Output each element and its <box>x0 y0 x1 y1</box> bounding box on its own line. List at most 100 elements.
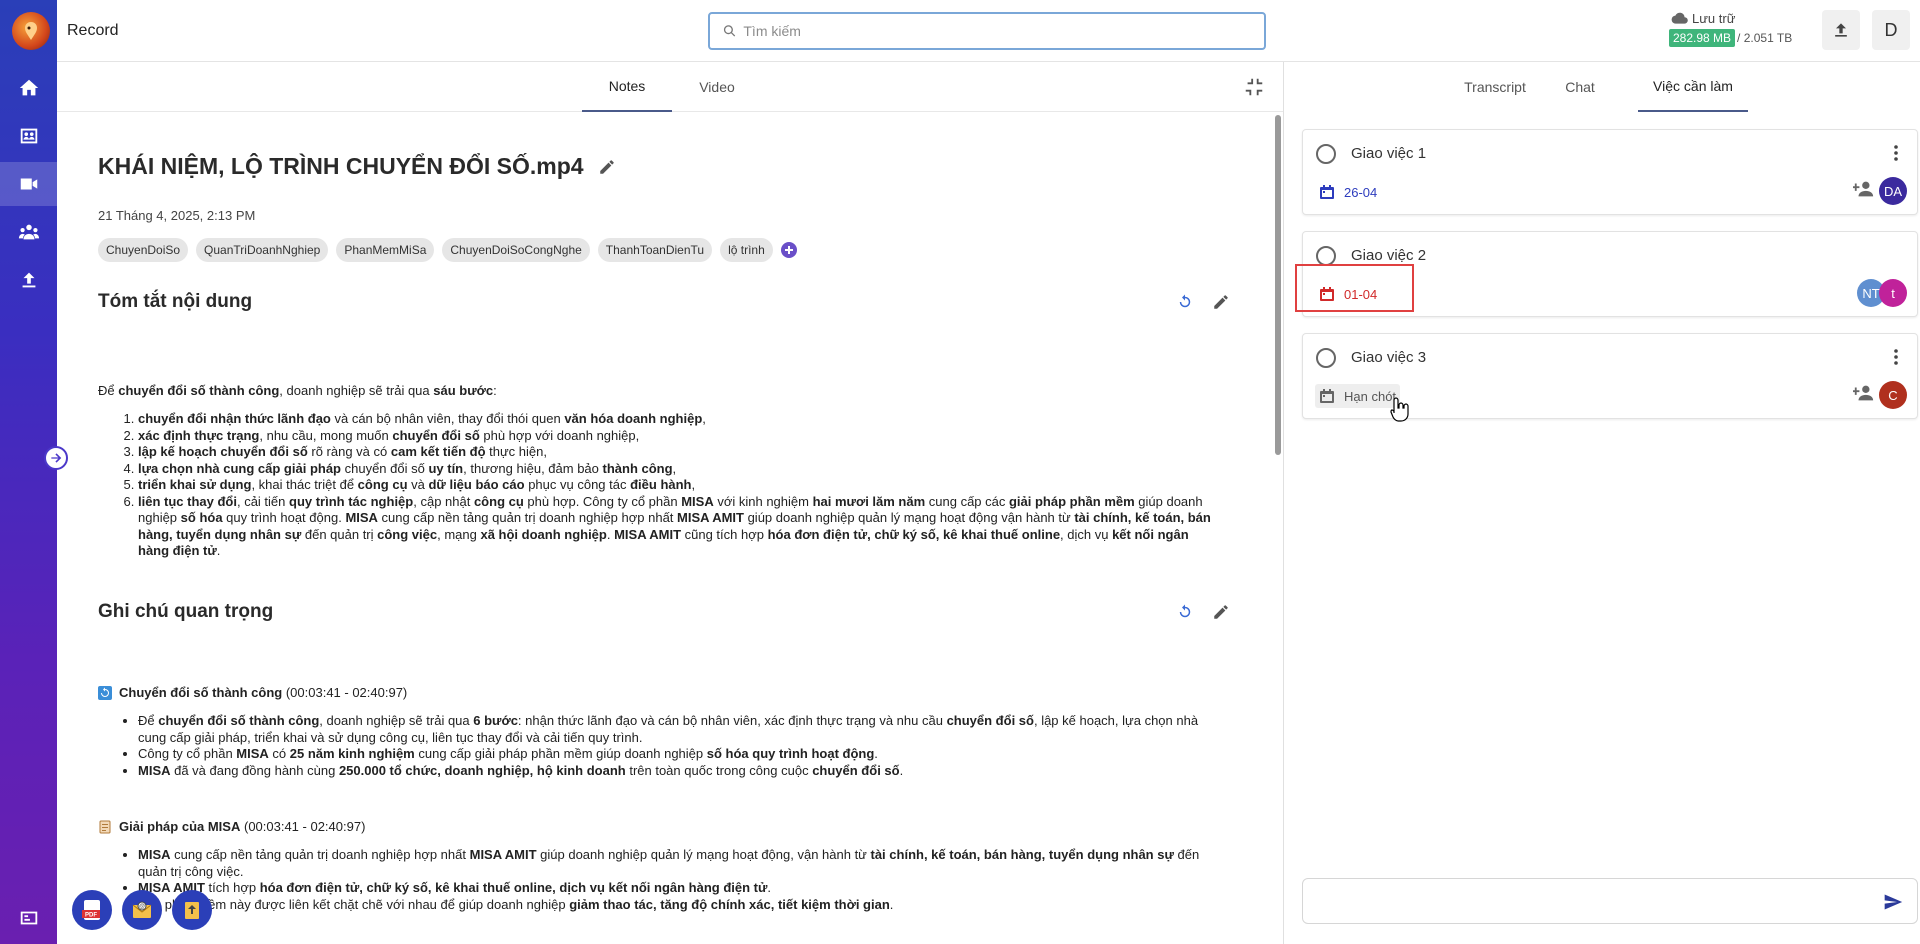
edit-title-button[interactable] <box>598 158 616 176</box>
tasks-panel: Transcript Chat Việc cần làm Giao việc 1… <box>1285 62 1920 944</box>
tag-chip[interactable]: ThanhToanDienTu <box>597 238 713 262</box>
task-assignees: C <box>1852 381 1907 409</box>
avatar[interactable]: t <box>1879 279 1907 307</box>
tag-chip[interactable]: ChuyenDoiSo <box>98 238 189 262</box>
due-date-text: Hạn chót <box>1344 388 1397 404</box>
avatar[interactable]: C <box>1879 381 1907 409</box>
task-complete-toggle[interactable] <box>1316 144 1336 164</box>
plus-icon <box>784 246 793 254</box>
upload-icon <box>1835 23 1847 37</box>
send-button[interactable] <box>1883 892 1903 912</box>
list-item: MISA cung cấp nền tảng quản trị doanh ng… <box>138 847 1212 880</box>
task-title[interactable]: Giao việc 1 <box>1351 145 1426 162</box>
edit-notes-button[interactable] <box>1210 601 1232 623</box>
search-input[interactable] <box>743 23 1264 39</box>
email-button[interactable]: @ <box>122 890 162 930</box>
task-menu-button[interactable] <box>1887 346 1905 368</box>
note-bullets: MISA cung cấp nền tảng quản trị doanh ng… <box>98 847 1212 913</box>
calendar-icon <box>1320 389 1334 403</box>
task-due-date[interactable]: 26-04 <box>1315 180 1381 204</box>
task-assignees: NT t <box>1853 279 1907 307</box>
nav-groups[interactable] <box>0 210 57 254</box>
list-item: MISA AMIT tích hợp hóa đơn điện tử, chữ … <box>138 880 1212 897</box>
regenerate-summary-button[interactable] <box>1174 291 1196 313</box>
summary-intro: Để chuyển đổi số thành công, doanh nghiệ… <box>98 383 497 398</box>
tag-chip[interactable]: lộ trình <box>720 238 773 262</box>
nav-meetings[interactable] <box>0 114 57 158</box>
nav-upload[interactable] <box>0 258 57 302</box>
add-tag-button[interactable] <box>780 242 797 258</box>
tag-chip[interactable]: QuanTriDoanhNghiep <box>196 238 329 262</box>
list-item: lựa chọn nhà cung cấp giải pháp chuyển đ… <box>138 461 1212 478</box>
task-card[interactable]: Giao việc 1 26-04 DA <box>1302 129 1918 215</box>
home-icon <box>19 79 38 96</box>
add-person-icon <box>1852 385 1874 400</box>
task-due-date[interactable]: Hạn chót <box>1315 384 1401 408</box>
more-vertical-icon <box>1894 349 1898 365</box>
task-complete-toggle[interactable] <box>1316 246 1336 266</box>
document-title: KHÁI NIỆM, LỘ TRÌNH CHUYỂN ĐỔI SỐ.mp4 <box>98 153 584 179</box>
notes-scrollbar[interactable] <box>1273 113 1283 944</box>
task-title[interactable]: Giao việc 3 <box>1351 349 1426 366</box>
tab-notes[interactable]: Notes <box>582 62 672 112</box>
task-title[interactable]: Giao việc 2 <box>1351 247 1426 264</box>
add-person-icon <box>1852 181 1874 196</box>
tab-transcript[interactable]: Transcript <box>1455 62 1535 112</box>
app-title: Record <box>67 22 119 39</box>
svg-text:PDF: PDF <box>85 913 97 919</box>
note-time: (00:03:41 - 02:40:97) <box>243 819 366 834</box>
summary-title: Tóm tắt nội dung <box>98 291 253 312</box>
note-heading: Chuyển đổi số thành công (00:03:41 - 02:… <box>98 685 407 700</box>
note-title: Chuyển đổi số thành công <box>119 685 283 700</box>
collapse-view-icon[interactable] <box>1243 76 1265 98</box>
user-avatar-button[interactable]: D <box>1872 10 1910 50</box>
pencil-icon <box>1214 295 1228 309</box>
tab-todo[interactable]: Việc cần làm <box>1638 62 1748 112</box>
app-logo[interactable] <box>12 12 50 50</box>
task-complete-toggle[interactable] <box>1316 348 1336 368</box>
chat-input[interactable] <box>1315 891 1855 913</box>
list-item: Các phần mềm này được liên kết chặt chẽ … <box>138 897 1212 914</box>
upload-button[interactable] <box>1822 10 1860 50</box>
cloud-upload-icon <box>1671 12 1688 24</box>
add-assignee-button[interactable] <box>1852 382 1875 409</box>
avatar[interactable]: DA <box>1879 177 1907 205</box>
note-bullets: Để chuyển đổi số thành công, doanh nghiệ… <box>98 713 1212 779</box>
edit-summary-button[interactable] <box>1210 291 1232 313</box>
chat-input-box[interactable] <box>1302 878 1918 924</box>
svg-text:@: @ <box>139 904 145 910</box>
tag-chip[interactable]: ChuyenDoiSoCongNghe <box>442 238 590 262</box>
clipboard-icon <box>98 820 112 834</box>
storage-used: 282.98 MB <box>1669 29 1736 47</box>
storage-total: / 2.051 TB <box>1737 31 1793 45</box>
list-item: xác định thực trạng, nhu cầu, mong muốn … <box>138 428 1212 445</box>
list-item: Để chuyển đổi số thành công, doanh nghiệ… <box>138 713 1212 746</box>
notes-document: KHÁI NIỆM, LỘ TRÌNH CHUYỂN ĐỔI SỐ.mp4 21… <box>57 113 1272 944</box>
summary-steps: chuyển đổi nhận thức lãnh đạo và cán bộ … <box>98 411 1212 560</box>
important-section-header: Ghi chú quan trọng <box>98 601 1232 623</box>
expand-sidebar-button[interactable] <box>44 446 68 470</box>
tab-video[interactable]: Video <box>672 62 762 112</box>
nav-record[interactable] <box>0 162 57 206</box>
notes-panel: Notes Video KHÁI NIỆM, LỘ TRÌNH CHUYỂN Đ… <box>57 62 1284 944</box>
share-button[interactable] <box>172 890 212 930</box>
upload-icon <box>22 272 35 288</box>
top-header: Record Lưu trữ 282.98 MB / 2.051 TB D <box>57 0 1920 62</box>
video-camera-icon <box>20 178 37 190</box>
add-assignee-button[interactable] <box>1852 178 1875 205</box>
calendar-icon <box>1320 185 1334 199</box>
nav-home[interactable] <box>0 66 57 110</box>
task-menu-button[interactable] <box>1887 142 1905 164</box>
tag-chip[interactable]: PhanMemMiSa <box>336 238 435 262</box>
note-heading: Giải pháp của MISA (00:03:41 - 02:40:97) <box>98 819 365 834</box>
scrollbar-thumb[interactable] <box>1275 115 1281 455</box>
highlight-annotation <box>1295 264 1414 312</box>
search-box[interactable] <box>708 12 1266 50</box>
tab-chat[interactable]: Chat <box>1545 62 1615 112</box>
nav-billing[interactable] <box>0 896 57 940</box>
email-icon: @ <box>132 901 152 918</box>
note-time: (00:03:41 - 02:40:97) <box>285 685 408 700</box>
export-pdf-button[interactable]: PDF <box>72 890 112 930</box>
export-actions: PDF @ <box>72 890 212 930</box>
regenerate-notes-button[interactable] <box>1174 601 1196 623</box>
